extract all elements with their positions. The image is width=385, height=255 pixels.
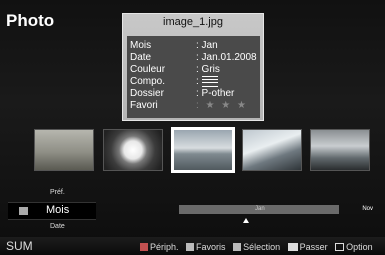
info-key: Favori [130,100,158,111]
option-button-icon [335,242,345,251]
favoris-label: Favoris [196,241,226,252]
thumbnail-mountains[interactable] [242,129,302,171]
info-row-mois: Mois : Jan [130,40,258,52]
skip-arrows-icon [287,242,298,251]
info-value: : Jan.01.2008 [196,52,257,63]
image-info-body: Mois : Jan Date : Jan.01.2008 Couleur : … [127,36,260,118]
info-row-couleur: Couleur : Gris [130,64,258,76]
selection-label: Sélection [243,241,281,252]
option-label: Option [346,241,373,252]
timeline-end-segment [339,205,381,214]
passer-label: Passer [299,241,328,252]
image-filename: image_1.jpg [163,16,223,28]
thumbnail-landscape[interactable] [171,127,235,173]
select-button-icon [233,242,242,251]
composition-lines-icon [201,76,218,87]
periph-label: Périph. [150,241,179,252]
info-value: : P-other [196,88,235,99]
sort-option-prev[interactable]: Préf. [50,189,65,196]
info-value: : Jan [196,40,218,51]
info-row-dossier: Dossier : P-other [130,88,258,100]
photo-browser-screen: Photo image_1.jpg Mois : Jan Date : Jan.… [0,0,385,255]
thumbnail-flower[interactable] [103,129,163,171]
info-row-favori: Favori : ★ ★ ★ [130,100,258,112]
timeline-position-marker-icon [243,218,249,223]
info-row-compo: Compo. : [130,76,258,88]
timeline-end-month: Nov [362,206,373,212]
thumbnail-sheep[interactable] [34,129,94,171]
info-key: Date [130,52,152,63]
bottom-help-bar: SUM Périph. Favoris Sélection Passer Opt… [0,237,385,255]
sort-mode-icon [19,207,28,215]
info-value: : [196,76,218,88]
thumbnail-waterfall[interactable] [310,129,370,171]
info-value: : Gris [196,64,220,75]
compo-colon: : [196,76,199,88]
info-row-date: Date : Jan.01.2008 [130,52,258,64]
thumbnail-strip [0,121,385,183]
page-title: Photo [6,11,55,30]
favorite-stars-icon: : ★ ★ ★ [196,100,249,111]
month-timeline[interactable]: Jan Nov [179,205,381,214]
info-key: Mois [130,40,152,51]
info-key: Dossier [130,88,164,99]
info-key: Compo. [130,76,166,87]
button-legend: Périph. Favoris Sélection Passer Option [140,241,378,253]
favorites-button-icon [186,242,195,251]
info-key: Couleur [130,64,166,75]
sort-option-current[interactable]: Mois [8,202,96,220]
red-button-icon [140,242,148,251]
sort-option-next[interactable]: Date [50,223,65,230]
image-info-panel: image_1.jpg Mois : Jan Date : Jan.01.200… [122,13,264,121]
sum-label: SUM [6,239,33,253]
timeline-current-month: Jan [255,206,265,212]
sort-current-label: Mois [46,204,70,216]
